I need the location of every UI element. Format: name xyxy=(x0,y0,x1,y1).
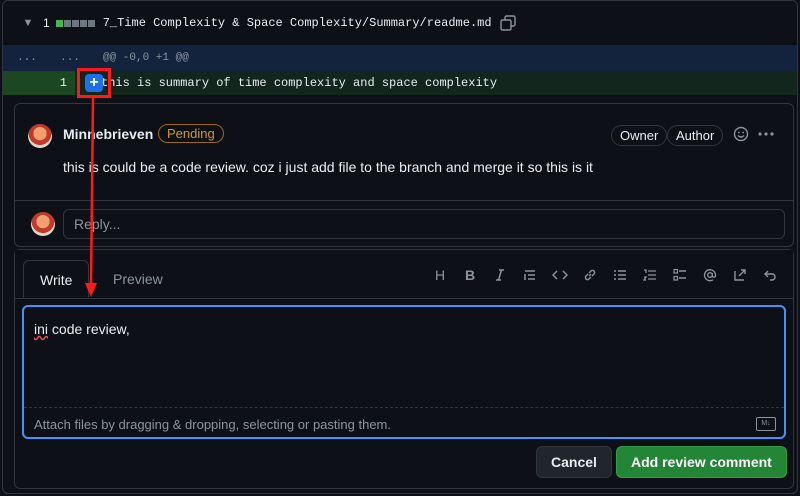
author-badge: Author xyxy=(667,125,724,146)
comment-editor: Write Preview H B ini code review, Attac… xyxy=(14,249,794,489)
diffstat-neutral-block xyxy=(79,19,87,27)
quote-icon[interactable] xyxy=(515,266,545,284)
diffstat-blocks xyxy=(55,19,95,27)
attach-files-area[interactable]: Attach files by dragging & dropping, sel… xyxy=(24,407,784,437)
comment-textarea[interactable]: ini code review, Attach files by draggin… xyxy=(22,305,786,439)
chevron-down-icon[interactable]: ▼ xyxy=(13,17,43,29)
reference-icon[interactable] xyxy=(725,266,755,284)
reply-input[interactable]: Reply... xyxy=(63,209,785,239)
diffstat-neutral-block xyxy=(63,19,71,27)
link-icon[interactable] xyxy=(575,266,605,284)
file-path[interactable]: 7_Time Complexity & Space Complexity/Sum… xyxy=(103,16,492,30)
comment-text: ini code review, xyxy=(34,321,130,337)
expand-old-lines[interactable]: ... xyxy=(3,52,51,64)
added-line-row: 1 this is summary of time complexity and… xyxy=(3,71,797,95)
misspelled-word: ini xyxy=(34,321,49,337)
add-review-comment-button[interactable]: Add review comment xyxy=(616,446,787,478)
changes-count: 1 xyxy=(43,16,50,30)
diffstat-added-block xyxy=(55,19,63,27)
avatar[interactable] xyxy=(28,124,52,148)
kebab-menu-icon[interactable] xyxy=(757,126,775,145)
ordered-list-icon[interactable] xyxy=(635,266,665,284)
line-number: 1 xyxy=(3,71,75,95)
diffstat-neutral-block xyxy=(87,19,95,27)
diffstat-neutral-block xyxy=(71,19,79,27)
mention-icon[interactable] xyxy=(695,266,725,284)
italic-icon[interactable] xyxy=(485,266,515,284)
status-badge: Pending xyxy=(158,124,224,143)
task-list-icon[interactable] xyxy=(665,266,695,284)
attach-hint: Attach files by dragging & dropping, sel… xyxy=(34,417,391,432)
undo-icon[interactable] xyxy=(755,266,785,284)
expand-new-lines[interactable]: ... xyxy=(51,52,89,64)
file-header: ▼ 1 7_Time Complexity & Space Complexity… xyxy=(3,1,797,46)
reply-avatar xyxy=(31,212,55,236)
hunk-header: @@ -0,0 +1 @@ xyxy=(103,52,189,64)
code-icon[interactable] xyxy=(545,266,575,284)
smiley-icon[interactable] xyxy=(733,126,749,145)
markdown-toolbar: H B xyxy=(425,266,785,284)
hunk-header-row: ... ... @@ -0,0 +1 @@ xyxy=(3,45,797,71)
line-content: this is summary of time complexity and s… xyxy=(101,76,498,90)
comment-text-rest: code review, xyxy=(48,321,130,337)
tab-write[interactable]: Write xyxy=(23,260,90,298)
editor-tabbar: Write Preview H B xyxy=(15,250,793,299)
markdown-icon[interactable]: M↓ xyxy=(756,417,776,431)
unordered-list-icon[interactable] xyxy=(605,266,635,284)
cancel-button[interactable]: Cancel xyxy=(536,446,612,478)
tab-preview[interactable]: Preview xyxy=(97,260,179,298)
comment-body: this is could be a code review. coz i ju… xyxy=(63,159,593,175)
comment-author[interactable]: Minnebrieven xyxy=(63,126,153,142)
thread-divider xyxy=(15,200,793,201)
diff-file-container: ▼ 1 7_Time Complexity & Space Complexity… xyxy=(2,0,798,494)
heading-icon[interactable]: H xyxy=(425,266,455,284)
bold-icon[interactable]: B xyxy=(455,266,485,284)
owner-badge: Owner xyxy=(611,125,668,146)
annotation-highlight-box xyxy=(77,68,111,98)
review-thread: Minnebrieven Pending Owner Author this i… xyxy=(14,103,794,247)
copy-icon[interactable] xyxy=(499,15,516,31)
